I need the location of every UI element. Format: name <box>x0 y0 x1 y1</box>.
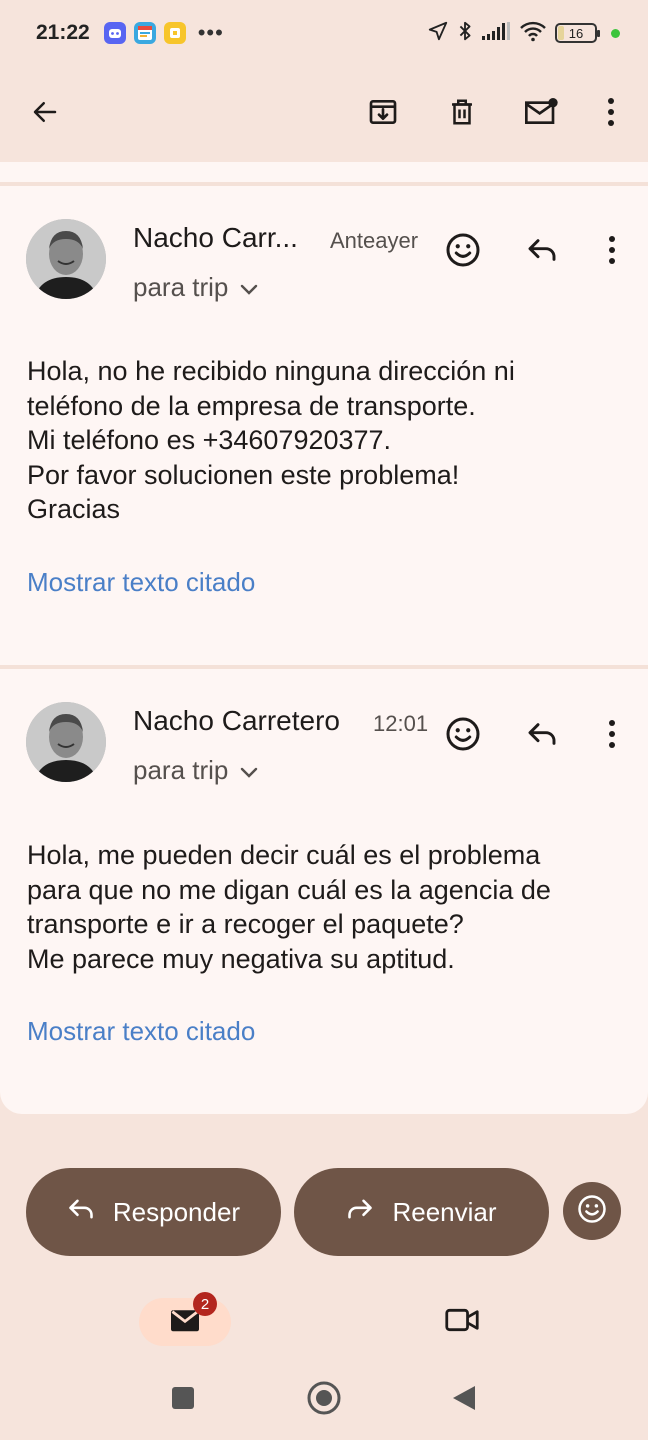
reply-icon <box>526 720 558 753</box>
bluetooth-icon <box>457 20 473 47</box>
delete-icon <box>447 96 477 133</box>
message-body: Hola, me pueden decir cuál es el problem… <box>27 838 551 976</box>
status-bar: 21:22 ••• 16 <box>0 0 648 66</box>
reply-button[interactable] <box>518 712 566 760</box>
message-divider <box>0 665 648 669</box>
forward-button[interactable]: Reenviar <box>294 1168 549 1256</box>
emoji-reaction-button[interactable] <box>563 1182 621 1240</box>
email-thread: Nacho Carr... Anteayer para trip Hola, n… <box>0 162 648 1114</box>
show-quoted-text-link[interactable]: Mostrar texto citado <box>27 567 255 598</box>
body-line: Me parece muy negativa su aptitud. <box>27 943 455 974</box>
back-button[interactable] <box>17 86 73 142</box>
emoji-icon <box>445 716 481 757</box>
body-line: Hola, me pueden decir cuál es el problem… <box>27 840 541 870</box>
video-camera-icon <box>444 1306 480 1339</box>
chevron-down-icon <box>240 755 258 786</box>
system-navigation-bar <box>0 1360 648 1440</box>
recipient-toggle[interactable]: para trip <box>133 755 258 786</box>
archive-icon <box>367 96 399 133</box>
recipient-label: para trip <box>133 755 229 785</box>
body-line: Hola, no he recibido ninguna dirección n… <box>27 356 515 386</box>
home-button[interactable] <box>302 1378 346 1422</box>
email-toolbar <box>0 66 648 162</box>
avatar[interactable] <box>26 219 106 299</box>
sender-name[interactable]: Nacho Carr... <box>133 222 298 254</box>
archive-button[interactable] <box>355 86 411 142</box>
signal-icon <box>481 21 511 46</box>
message-divider <box>0 182 648 186</box>
privacy-indicator-dot <box>611 28 620 38</box>
reply-all-button[interactable]: Responder <box>26 1168 281 1256</box>
avatar[interactable] <box>26 702 106 782</box>
home-circle-icon <box>306 1380 342 1421</box>
back-triangle-icon <box>451 1384 477 1417</box>
body-line: Por favor solucionen este problema! <box>27 459 460 490</box>
delete-button[interactable] <box>434 86 490 142</box>
more-notifications-indicator: ••• <box>197 20 224 45</box>
message-date: Anteayer <box>330 228 419 253</box>
mark-unread-icon <box>523 96 559 133</box>
back-arrow-icon <box>30 97 60 132</box>
recipient-label: para trip <box>133 272 229 302</box>
nav-mail-tab[interactable] <box>139 1298 231 1346</box>
mark-unread-button[interactable] <box>513 86 569 142</box>
yellow-app-icon <box>163 22 186 44</box>
body-line[interactable]: Mi teléfono es +34607920377. <box>27 423 515 458</box>
body-line: transporte e ir a recoger el paquete? <box>27 909 464 939</box>
more-vert-icon <box>608 235 616 270</box>
message-body: Hola, no he recibido ninguna dirección n… <box>27 354 515 527</box>
reply-label: Responder <box>112 1196 241 1227</box>
forward-icon <box>346 1197 374 1228</box>
react-emoji-button[interactable] <box>439 228 487 276</box>
body-line: teléfono de la empresa de transporte. <box>27 390 476 421</box>
nav-meet-tab[interactable] <box>438 1298 486 1346</box>
message-more-button[interactable] <box>588 712 636 760</box>
show-quoted-text-link[interactable]: Mostrar texto citado <box>27 1016 255 1047</box>
message-date: 12:01 <box>373 711 429 736</box>
body-line: Gracias <box>27 494 121 524</box>
reply-icon <box>67 1197 95 1228</box>
wifi-icon <box>519 20 547 47</box>
battery-icon: 16 <box>555 23 600 43</box>
discord-icon <box>103 22 126 44</box>
body-line: para que no me digan cuál es la agencia … <box>27 874 551 905</box>
reply-icon <box>526 236 558 269</box>
recents-button[interactable] <box>161 1378 205 1422</box>
calendar-app-icon <box>133 22 156 44</box>
emoji-icon <box>577 1194 607 1229</box>
emoji-icon <box>445 232 481 273</box>
status-time: 21:22 <box>36 21 90 44</box>
more-vert-icon <box>608 719 616 754</box>
react-emoji-button[interactable] <box>439 712 487 760</box>
message-more-button[interactable] <box>588 228 636 276</box>
battery-level: 16 <box>568 25 584 41</box>
more-options-button[interactable] <box>583 86 639 142</box>
location-icon <box>427 20 449 47</box>
unread-count-badge: 2 <box>193 1292 217 1316</box>
recipient-toggle[interactable]: para trip <box>133 272 258 303</box>
forward-label: Reenviar <box>392 1196 497 1227</box>
bottom-navigation: 2 <box>0 1282 648 1360</box>
chevron-down-icon <box>240 272 258 303</box>
square-icon <box>171 1386 195 1415</box>
reply-button[interactable] <box>518 228 566 276</box>
sender-name[interactable]: Nacho Carretero <box>133 705 340 737</box>
more-vert-icon <box>607 97 615 132</box>
back-nav-button[interactable] <box>442 1378 486 1422</box>
